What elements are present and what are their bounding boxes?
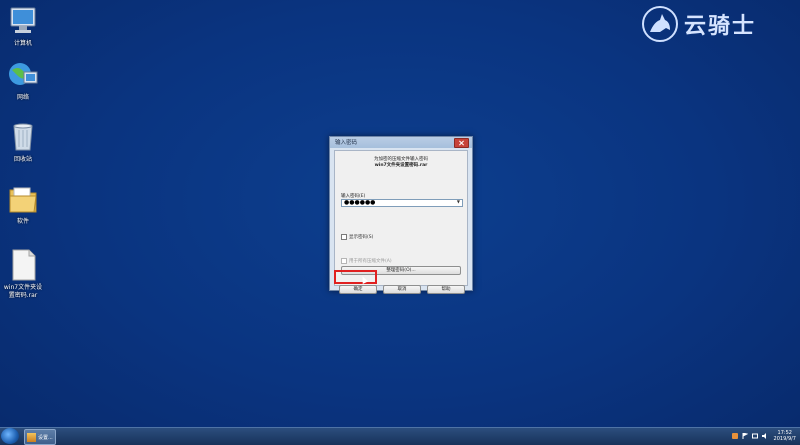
show-password-label: 显示密码(S) [349, 235, 374, 240]
chevron-down-icon[interactable]: ▼ [457, 199, 460, 205]
recycle-bin-icon [13, 123, 33, 151]
desktop-icon-label: win7文件夹设置密码.rar [3, 284, 43, 299]
password-input[interactable]: ●●●●●● ▼ [341, 199, 463, 207]
desktop-icon-label: 回收站 [13, 156, 32, 163]
dialog-message: 为加密的压缩文件输入密码 win7文件夹设置密码.rar [335, 157, 467, 169]
dialog-titlebar[interactable]: 输入密码 [330, 137, 472, 148]
ok-button-highlight [334, 270, 377, 284]
flag-icon[interactable] [742, 433, 748, 439]
desktop-icon-label: 网络 [16, 94, 29, 101]
show-password-checkbox[interactable]: 显示密码(S) [341, 234, 373, 240]
brand-logo-text: 云骑士 [684, 14, 757, 39]
use-for-all-label: 用于所有压缩文件(A) [349, 259, 392, 264]
desktop-icon-network[interactable]: 网络 [2, 58, 44, 102]
desktop-icon-computer[interactable]: 计算机 [2, 4, 44, 48]
password-value: ●●●●●● [344, 199, 376, 206]
desktop-icon-recycle-bin[interactable]: 回收站 [2, 120, 44, 164]
dialog-title: 输入密码 [335, 140, 358, 146]
cancel-button[interactable]: 取消 [383, 285, 421, 294]
start-button[interactable] [1, 428, 19, 444]
clock-date: 2019/9/7 [773, 436, 796, 442]
desktop-icon-folder[interactable]: 软件 [2, 182, 44, 226]
dialog-message-filename: win7文件夹设置密码.rar [374, 163, 428, 168]
checkbox-box[interactable] [341, 234, 347, 240]
close-icon[interactable] [454, 138, 469, 148]
computer-icon [10, 7, 36, 33]
folder-icon [9, 187, 37, 213]
desktop-icon-label: 计算机 [13, 40, 32, 47]
ok-button[interactable]: 确定 [339, 285, 377, 294]
volume-icon[interactable] [761, 433, 768, 439]
brand-logo: 云骑士 [640, 4, 756, 44]
winrar-icon [27, 432, 36, 442]
desktop-icon-rar-file[interactable]: win7文件夹设置密码.rar [2, 248, 44, 300]
taskbar-app-button[interactable]: 设置... [24, 429, 56, 445]
use-for-all-checkbox[interactable]: 用于所有压缩文件(A) [341, 258, 392, 264]
checkbox-box[interactable] [341, 258, 347, 264]
taskbar-app-label: 设置... [38, 434, 53, 441]
network-icon [9, 63, 38, 85]
clock[interactable]: 17:52 2019/9/7 [774, 430, 796, 442]
help-button[interactable]: 帮助 [427, 285, 465, 294]
desktop-icon-label: 软件 [16, 218, 29, 225]
taskbar: 设置... 17:52 2019/9/7 [0, 427, 800, 445]
rar-file-icon [12, 249, 36, 281]
dialog-body: 为加密的压缩文件输入密码 win7文件夹设置密码.rar 输入密码(E) ●●●… [334, 150, 468, 294]
password-dialog: 输入密码 为加密的压缩文件输入密码 win7文件夹设置密码.rar 输入密码(E… [329, 136, 473, 294]
system-tray: 17:52 2019/9/7 [728, 428, 796, 444]
input-method-icon[interactable] [731, 433, 738, 439]
knight-logo-icon [642, 6, 678, 42]
network-tray-icon[interactable] [751, 433, 758, 439]
